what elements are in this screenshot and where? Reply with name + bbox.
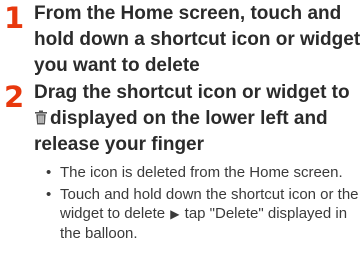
step-1-text: From the Home screen, touch and hold dow… xyxy=(34,3,361,76)
notes-list: • The icon is deleted from the Home scre… xyxy=(46,163,364,246)
note-item-1: • The icon is deleted from the Home scre… xyxy=(46,163,364,182)
step-2-text-part-2: displayed on the lower left and release … xyxy=(34,108,328,155)
step-2-text: Drag the shortcut icon or widget to displ… xyxy=(34,80,364,158)
note-item-2: • Touch and hold down the shortcut icon … xyxy=(46,185,364,243)
trash-can-icon xyxy=(34,107,48,125)
step-number-2: 2 xyxy=(4,80,25,114)
bullet-dot-icon: • xyxy=(46,164,52,181)
note-1-text: The icon is deleted from the Home screen… xyxy=(60,164,343,181)
step-number-1: 1 xyxy=(4,1,25,35)
step-2-text-part-1: Drag the shortcut icon or widget to xyxy=(34,82,350,103)
right-arrow-icon: ▶ xyxy=(170,207,180,221)
bullet-dot-icon: • xyxy=(46,186,52,203)
